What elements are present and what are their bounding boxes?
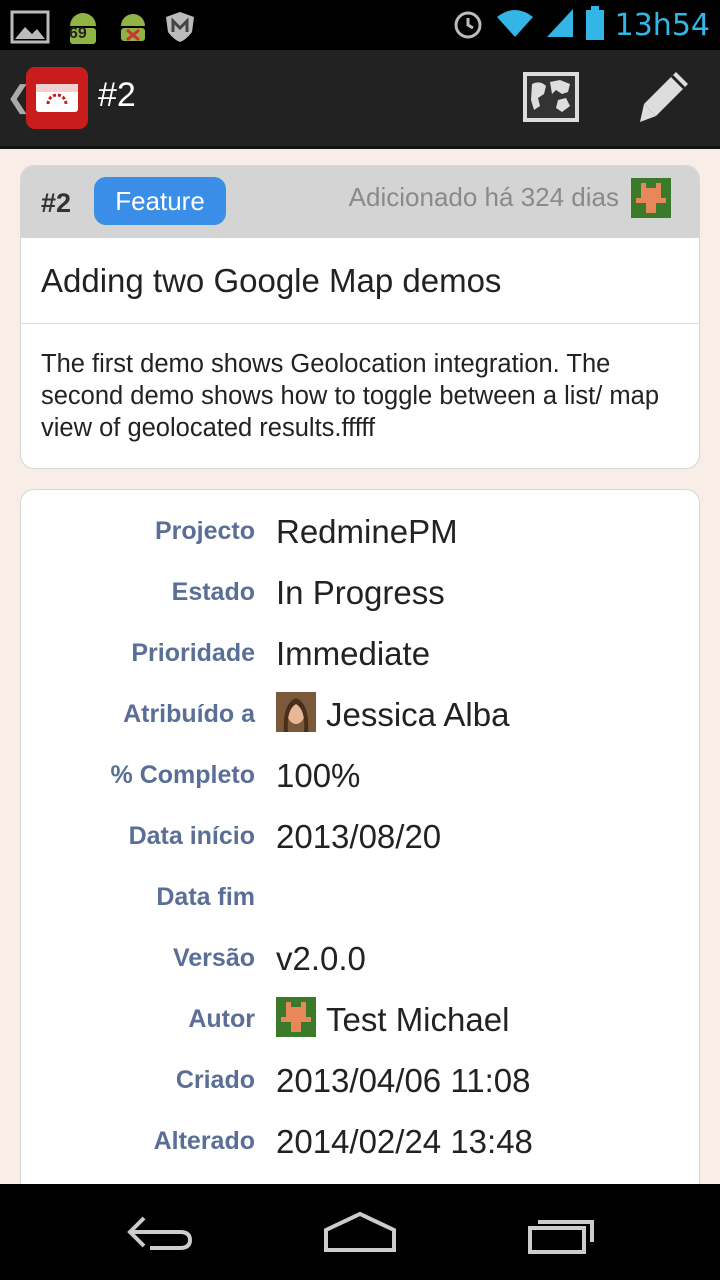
gallery-icon [10, 10, 50, 49]
added-time: Adicionado há 324 dias [348, 182, 619, 212]
detail-label: Projecto [154, 517, 255, 545]
recent-apps-icon[interactable] [520, 1204, 600, 1260]
detail-row-due: Data fim [21, 867, 699, 928]
detail-value: 2014/02/24 13:48 [276, 1123, 533, 1160]
signal-icon [545, 7, 575, 44]
action-bar-title: #2 [98, 76, 136, 114]
edit-pencil-icon[interactable] [634, 68, 692, 128]
detail-value: v2.0.0 [276, 940, 366, 977]
detail-row-priority: Prioridade Immediate [21, 623, 699, 684]
system-icons: 13h54 [451, 0, 710, 50]
issue-number: #2 [41, 188, 72, 218]
detail-row-project: Projecto RedminePM [21, 501, 699, 562]
detail-label: Versão [172, 944, 255, 972]
detail-value: 2013/08/20 [276, 818, 442, 855]
mcafee-icon [164, 10, 196, 49]
detail-label: Data fim [156, 883, 255, 911]
wifi-icon [495, 7, 535, 44]
detail-label: Data início [128, 822, 255, 850]
tracker-badge: Feature [94, 177, 226, 225]
map-icon[interactable] [522, 70, 580, 126]
detail-value: Test Michael [276, 989, 509, 1050]
assignee-name: Jessica Alba [326, 696, 510, 733]
detail-label: Estado [171, 578, 255, 606]
notification-icons: 69 [10, 8, 196, 51]
action-bar: ❮ #2 [0, 50, 720, 149]
detail-label: % Completo [110, 761, 255, 789]
detail-value: RedminePM [276, 513, 458, 550]
author-name: Test Michael [326, 1001, 510, 1038]
issue-header: #2 Feature Adicionado há 324 dias [21, 166, 699, 238]
alarm-icon [451, 6, 485, 45]
clock-time: 13h54 [614, 7, 710, 43]
detail-value: 100% [276, 757, 361, 794]
assignee-avatar-icon [276, 690, 316, 732]
system-nav-bar [0, 1184, 720, 1280]
detail-label: Prioridade [131, 639, 255, 667]
detail-row-status: Estado In Progress [21, 562, 699, 623]
detail-row-created: Criado 2013/04/06 11:08 [21, 1050, 699, 1111]
issue-description: The first demo shows Geolocation integra… [41, 350, 660, 442]
app-logo-icon[interactable] [26, 67, 88, 129]
detail-value: Jessica Alba [276, 684, 509, 745]
detail-row-author: Autor Test Michael [21, 989, 699, 1050]
detail-label: Atribuído a [123, 700, 255, 728]
detail-row-assignee: Atribuído a Jessica Alba [21, 684, 699, 745]
author-avatar-icon [631, 178, 671, 218]
detail-label: Autor [188, 1005, 255, 1033]
android-badge-icon: 69 [64, 8, 102, 51]
battery-icon [585, 5, 605, 46]
detail-row-start: Data início 2013/08/20 [21, 806, 699, 867]
issue-summary-card: #2 Feature Adicionado há 324 dias Adding… [20, 165, 700, 469]
issue-details-card: Projecto RedminePM Estado In Progress Pr… [20, 489, 700, 1211]
status-bar: 69 13h54 [0, 0, 720, 50]
detail-label: Criado [175, 1066, 255, 1094]
detail-label: Alterado [153, 1127, 255, 1155]
back-arrow-icon[interactable] [120, 1204, 200, 1260]
android-debug-icon [116, 10, 150, 49]
detail-value: Immediate [276, 635, 431, 672]
detail-row-updated: Alterado 2014/02/24 13:48 [21, 1111, 699, 1172]
detail-row-done: % Completo 100% [21, 745, 699, 806]
issue-subject: Adding two Google Map demos [21, 238, 699, 324]
detail-value: In Progress [276, 574, 445, 611]
author-avatar-icon [276, 995, 316, 1037]
detail-value: 2013/04/06 11:08 [276, 1062, 531, 1099]
home-icon[interactable] [320, 1204, 400, 1260]
detail-row-version: Versão v2.0.0 [21, 928, 699, 989]
notification-badge: 69 [69, 25, 87, 42]
